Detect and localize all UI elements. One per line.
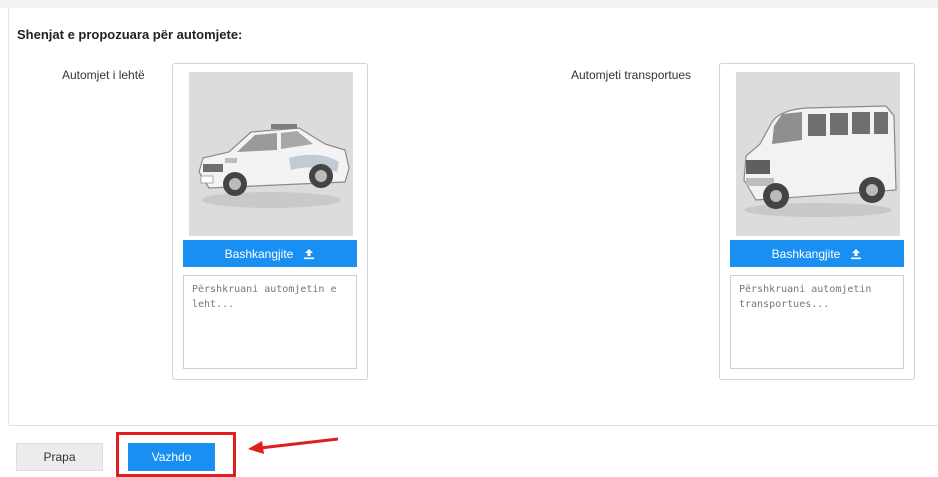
left-border: [8, 8, 9, 426]
attach-button-light[interactable]: Bashkangjite: [183, 240, 357, 267]
section-title: Shenjat e propozuara për automjete:: [17, 27, 243, 42]
attach-button-label: Bashkangjite: [224, 246, 294, 261]
top-bar: [0, 0, 938, 8]
attach-button-transport[interactable]: Bashkangjite: [730, 240, 904, 267]
description-textarea-transport[interactable]: [730, 275, 904, 369]
van-illustration: [736, 72, 900, 236]
vehicle-label-transport: Automjeti transportues: [571, 68, 692, 82]
description-textarea-light[interactable]: [183, 275, 357, 369]
van-photo: [736, 72, 900, 236]
vehicle-label-light: Automjet i lehtë: [62, 68, 145, 82]
sedan-car-photo: [189, 72, 353, 236]
next-button[interactable]: Vazhdo: [128, 443, 215, 471]
vehicle-card-transport: Bashkangjite: [719, 63, 915, 380]
vehicle-card-light: Bashkangjite: [172, 63, 368, 380]
footer-divider: [8, 425, 938, 426]
upload-icon: [303, 248, 315, 260]
back-button[interactable]: Prapa: [16, 443, 103, 471]
attach-button-label: Bashkangjite: [771, 246, 841, 261]
red-arrow-annotation: [248, 437, 339, 454]
upload-icon: [850, 248, 862, 260]
sedan-car-illustration: [189, 72, 353, 236]
